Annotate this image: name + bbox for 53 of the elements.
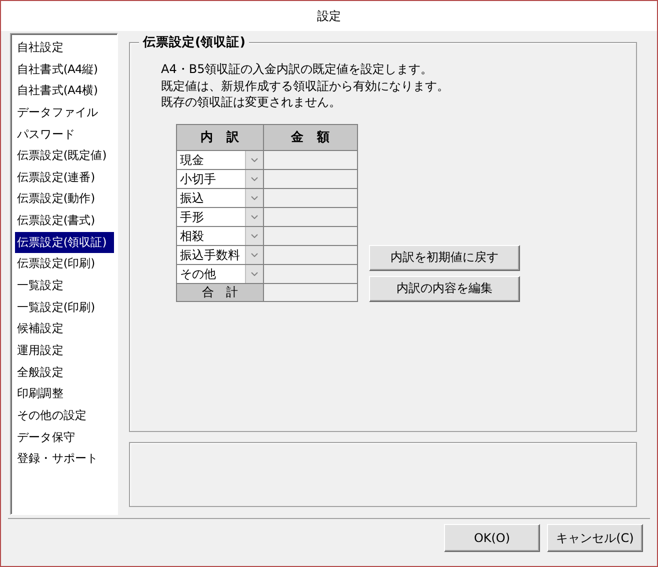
amount-cell[interactable] (264, 169, 358, 188)
action-button[interactable]: 内訳を初期値に戻す (369, 244, 520, 271)
sidebar-item[interactable]: 一覧設定 (15, 275, 114, 297)
sidebar-item[interactable]: 自社書式(A4縦) (15, 58, 114, 80)
sidebar-item[interactable]: 伝票設定(既定値) (15, 145, 114, 167)
sidebar-item[interactable]: 候補設定 (15, 318, 114, 340)
chevron-down-icon (251, 214, 258, 219)
sidebar-item[interactable]: データファイル (15, 102, 114, 124)
item-dropdown[interactable]: 振込手数料 (177, 246, 263, 264)
sidebar-item[interactable]: 伝票設定(動作) (15, 188, 114, 210)
sidebar-item[interactable]: 自社書式(A4横) (15, 80, 114, 102)
amount-cell[interactable] (264, 264, 358, 284)
chevron-down-icon (251, 234, 258, 238)
item-dropdown[interactable]: 手形 (177, 208, 263, 226)
sidebar-item[interactable]: 全般設定 (15, 362, 114, 384)
sidebar-item[interactable]: データ保守 (15, 426, 114, 448)
sidebar-item[interactable]: 印刷調整 (15, 383, 114, 405)
sidebar-item[interactable]: その他の設定 (15, 404, 114, 427)
window-title: 設定 (317, 8, 341, 24)
amount-cell[interactable] (264, 150, 358, 170)
item-dropdown[interactable]: 小切手 (177, 170, 263, 188)
action-button[interactable]: 内訳の内容を編集 (369, 276, 520, 302)
sidebar-item[interactable]: 一覧設定(印刷) (15, 296, 114, 318)
sidebar-item[interactable]: 登録・サポート (15, 448, 114, 470)
group-title: 伝票設定(領収証) (139, 34, 250, 51)
chevron-down-icon (251, 252, 258, 257)
item-dropdown[interactable]: 相殺 (177, 226, 263, 245)
description-text: A4・B5領収証の入金内訳の既定値を設定します。 (161, 61, 434, 78)
amount-cell[interactable] (264, 245, 358, 264)
chevron-down-icon (251, 176, 258, 181)
amount-cell[interactable] (264, 207, 358, 226)
chevron-down-icon (251, 158, 258, 162)
sidebar-item[interactable]: パスワード (15, 124, 114, 146)
column-header: 内 訳 (176, 124, 264, 150)
item-dropdown[interactable]: その他 (177, 264, 263, 283)
item-dropdown[interactable]: 振込 (177, 188, 263, 207)
amount-cell[interactable] (264, 188, 358, 208)
sidebar-item[interactable]: 自社設定 (15, 37, 114, 59)
description-text: 既定値は、新規作成する領収証から有効になります。 (161, 78, 450, 94)
item-dropdown[interactable]: 現金 (177, 150, 263, 169)
sidebar-item[interactable]: 伝票設定(領収証) (15, 232, 114, 254)
sidebar-item[interactable]: 運用設定 (15, 340, 114, 362)
amount-cell[interactable] (264, 226, 358, 246)
chevron-down-icon (251, 196, 258, 200)
dialog-button[interactable]: OK(O) (444, 524, 540, 552)
sidebar-item[interactable]: 伝票設定(印刷) (15, 253, 114, 276)
dialog-button[interactable]: キャンセル(C) (547, 524, 643, 552)
column-header: 金 額 (264, 124, 358, 150)
sidebar-item[interactable]: 伝票設定(連番) (15, 166, 114, 188)
description-text: 既存の領収証は変更されません。 (161, 94, 342, 111)
sidebar-item[interactable]: 伝票設定(書式) (15, 210, 114, 232)
chevron-down-icon (251, 272, 258, 276)
total-label: 合 計 (176, 283, 264, 302)
